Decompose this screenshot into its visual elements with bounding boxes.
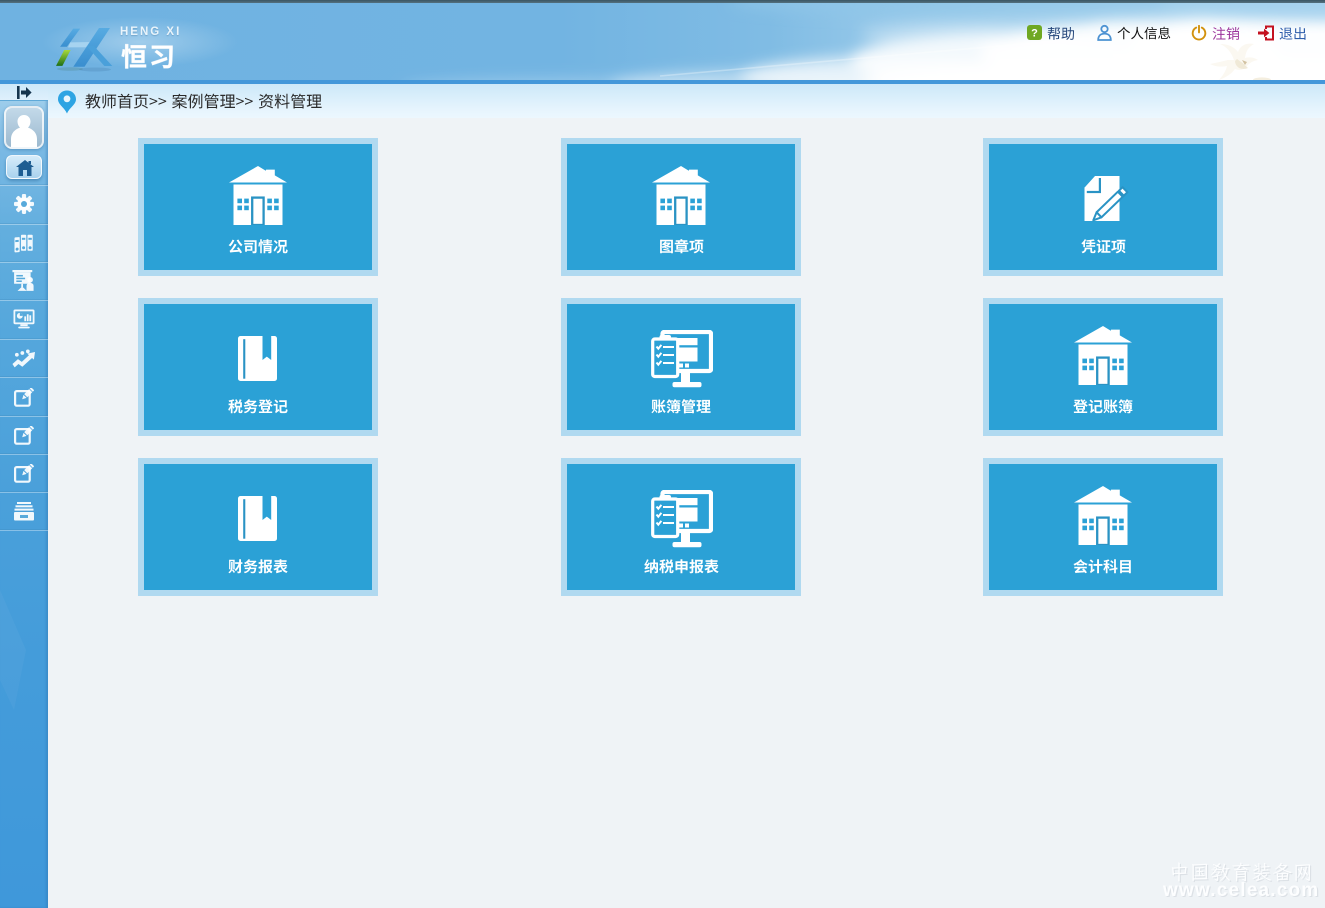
svg-text:?: ? (1031, 28, 1038, 40)
svg-text:www.celea.com: www.celea.com (1162, 880, 1319, 901)
